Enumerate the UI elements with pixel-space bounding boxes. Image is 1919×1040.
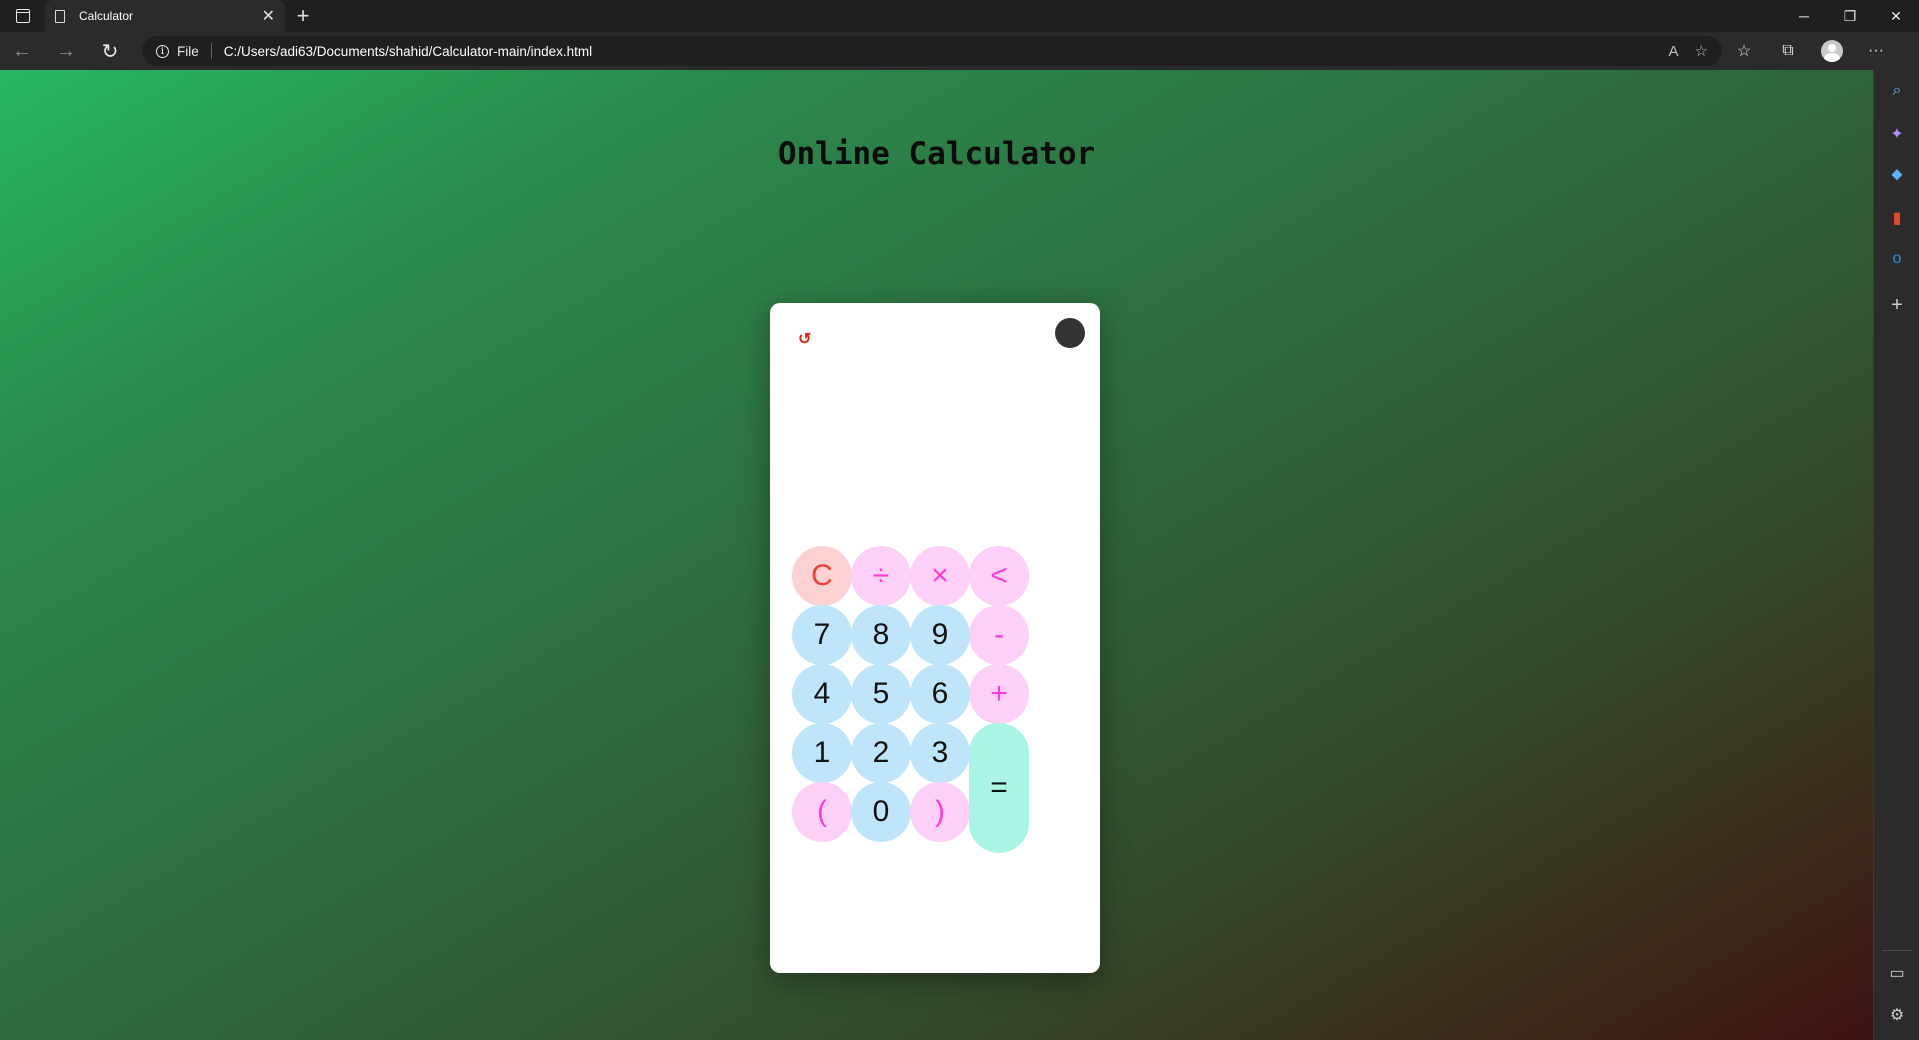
calculator-card: ↺ C ÷ × < 7 8 9 - 4 5 6 + 1 2 3 = ( 0 )	[770, 303, 1100, 973]
sidebar-divider	[1882, 950, 1912, 951]
address-divider	[210, 43, 212, 59]
close-paren-button[interactable]: )	[910, 782, 970, 842]
address-bar[interactable]: i File C:/Users/adi63/Documents/shahid/C…	[142, 36, 1722, 66]
plus-button[interactable]: +	[969, 664, 1029, 724]
page-viewport: Online Calculator ↺ C ÷ × < 7 8 9 - 4 5 …	[0, 70, 1873, 1040]
new-tab-button[interactable]: +	[285, 0, 321, 32]
eight-button[interactable]: 8	[851, 605, 911, 665]
two-button[interactable]: 2	[851, 723, 911, 783]
collections-icon[interactable]: ⧉	[1766, 32, 1810, 70]
add-favorite-icon[interactable]: ☆	[1695, 42, 1708, 60]
office-icon[interactable]: ▮	[1874, 208, 1919, 228]
refresh-button[interactable]: ↻	[88, 32, 132, 70]
tab-title: Calculator	[79, 9, 134, 23]
restore-button[interactable]: ❐	[1827, 0, 1873, 32]
window-close-button[interactable]: ✕	[1873, 0, 1919, 32]
url-text[interactable]: C:/Users/adi63/Documents/shahid/Calculat…	[224, 44, 1653, 59]
toolbar-right-actions: ☆ ⧉ ···	[1722, 32, 1898, 70]
document-icon	[55, 9, 65, 23]
seven-button[interactable]: 7	[792, 605, 852, 665]
profile-avatar[interactable]	[1821, 40, 1843, 62]
clear-button[interactable]: C	[792, 546, 852, 606]
three-button[interactable]: 3	[910, 723, 970, 783]
page-title: Online Calculator	[777, 136, 1096, 172]
equals-button[interactable]: =	[969, 723, 1029, 853]
theme-toggle-button[interactable]	[1055, 318, 1085, 348]
search-icon[interactable]: ⌕	[1874, 82, 1919, 100]
multiply-button[interactable]: ×	[910, 546, 970, 606]
nine-button[interactable]: 9	[910, 605, 970, 665]
minus-button[interactable]: -	[969, 605, 1029, 665]
four-button[interactable]: 4	[792, 664, 852, 724]
five-button[interactable]: 5	[851, 664, 911, 724]
back-button[interactable]: ←	[0, 32, 44, 70]
tab-actions-icon	[15, 9, 30, 23]
divide-button[interactable]: ÷	[851, 546, 911, 606]
zero-button[interactable]: 0	[851, 782, 911, 842]
read-aloud-icon[interactable]: A	[1669, 43, 1679, 60]
hide-sidebar-icon[interactable]: ▭	[1874, 963, 1919, 983]
scheme-label: File	[177, 43, 199, 59]
favorites-icon[interactable]: ☆	[1722, 32, 1766, 70]
browser-tab-strip: Calculator ✕ + ─ ❐ ✕	[0, 0, 1919, 32]
outlook-icon[interactable]: o	[1874, 250, 1919, 268]
history-icon[interactable]: ↺	[798, 329, 811, 349]
tab-actions-button[interactable]	[0, 0, 45, 32]
add-sidebar-app-icon[interactable]: +	[1874, 294, 1919, 317]
browser-tab-calculator[interactable]: Calculator ✕	[45, 0, 285, 32]
forward-button[interactable]: →	[44, 32, 88, 70]
shopping-tag-icon[interactable]: ⬥	[1874, 166, 1919, 184]
one-button[interactable]: 1	[792, 723, 852, 783]
browser-sidebar: ⌕ ✦ ⬥ ▮ o + ▭ ⚙	[1873, 70, 1919, 1040]
copilot-icon[interactable]: ✦	[1874, 124, 1919, 144]
browser-toolbar: ← → ↻ i File C:/Users/adi63/Documents/sh…	[0, 32, 1919, 70]
minimize-button[interactable]: ─	[1781, 0, 1827, 32]
open-paren-button[interactable]: (	[792, 782, 852, 842]
info-icon[interactable]: i	[156, 44, 169, 58]
six-button[interactable]: 6	[910, 664, 970, 724]
backspace-button[interactable]: <	[969, 546, 1029, 606]
window-controls: ─ ❐ ✕	[1781, 0, 1919, 32]
more-menu-icon[interactable]: ···	[1854, 32, 1898, 70]
close-tab-icon[interactable]: ✕	[262, 6, 275, 26]
settings-gear-icon[interactable]: ⚙	[1874, 1005, 1919, 1025]
